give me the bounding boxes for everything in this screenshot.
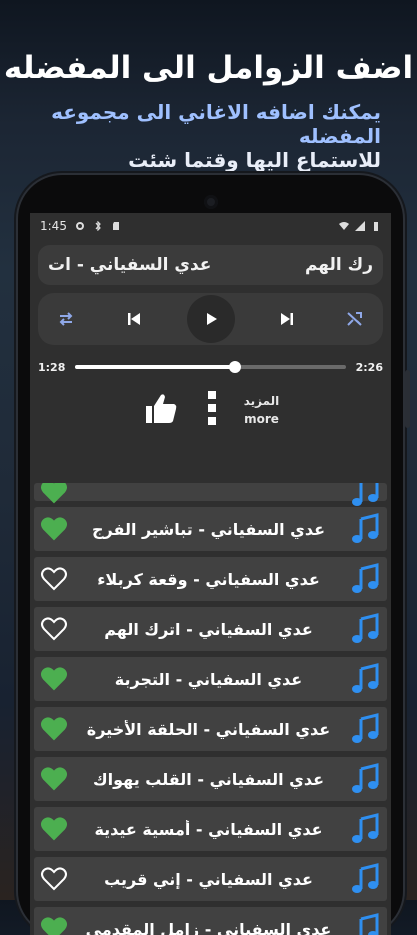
music-note-icon [349,813,381,845]
seek-track[interactable] [75,365,345,369]
song-title: عدي السفياني - وقعة كربلاء [68,570,349,589]
skip-next-icon [278,310,296,328]
settings-icon [75,221,85,231]
heart-outline-icon[interactable] [40,565,68,593]
song-row[interactable]: عدي السفياني - أمسية عيدية [34,807,387,851]
menu-button[interactable] [206,389,218,431]
next-button[interactable] [271,303,303,335]
song-list: عدي السفياني - تباشير الفرج عدي السفياني … [30,483,391,935]
actions-bar: المزيد more [30,381,391,439]
song-row[interactable]: عدي السفياني - اترك الهم [34,607,387,651]
promo-subtitle: يمكنك اضافه الاغاني الى مجموعه المفضله ل… [0,100,381,172]
heart-filled-icon[interactable] [40,765,68,793]
song-row[interactable] [34,483,387,501]
repeat-icon [56,309,76,329]
shuffle-button[interactable] [339,303,371,335]
music-note-icon [349,663,381,695]
more-label-en: more [244,410,280,428]
music-note-icon [349,863,381,895]
signal-icon [355,221,365,231]
song-row[interactable]: عدي السفياني - تباشير الفرج [34,507,387,551]
song-title: عدي السفياني - إني قريب [68,870,349,889]
now-playing-text-left: عدي السفياني - ات [48,255,211,275]
vertical-dots-icon [206,389,218,427]
song-row[interactable]: عدي السفياني - الحلقة الأخيرة [34,707,387,751]
elapsed-time: 1:28 [38,361,65,374]
bluetooth-icon [93,221,103,231]
promo-title: اضف الزوامل الى المفضله [0,50,417,86]
phone-frame: 1:45 رك الهم عدي السفياني - ات [18,175,403,935]
music-note-icon [349,913,381,935]
song-title: عدي السفياني - زامل المقدمي [68,920,349,935]
song-row[interactable]: عدي السفياني - وقعة كربلاء [34,557,387,601]
heart-filled-icon[interactable] [40,483,68,506]
song-row[interactable]: عدي السفياني - القلب يهواك [34,757,387,801]
heart-outline-icon[interactable] [40,865,68,893]
player-controls [38,293,383,345]
status-bar: 1:45 [30,213,391,239]
promo-subtitle-line1: يمكنك اضافه الاغاني الى مجموعه المفضله [0,100,381,148]
music-note-icon [349,513,381,545]
camera-icon [204,195,218,209]
song-title: عدي السفياني - أمسية عيدية [68,820,349,839]
play-icon [202,310,220,328]
song-title: عدي السفياني - اترك الهم [68,620,349,639]
side-button [405,370,410,428]
heart-outline-icon[interactable] [40,615,68,643]
skip-previous-icon [125,310,143,328]
now-playing-title: رك الهم عدي السفياني - ات [38,245,383,285]
song-title: عدي السفياني - التجربة [68,670,349,689]
seek-progress [75,365,234,369]
song-row[interactable]: عدي السفياني - التجربة [34,657,387,701]
now-playing-text-right: رك الهم [305,255,373,275]
heart-filled-icon[interactable] [40,915,68,935]
heart-filled-icon[interactable] [40,515,68,543]
more-button[interactable]: المزيد more [244,392,280,428]
play-button[interactable] [187,295,235,343]
seek-bar: 1:28 2:26 [38,353,383,381]
heart-filled-icon[interactable] [40,715,68,743]
music-note-icon [349,713,381,745]
song-row[interactable]: عدي السفياني - زامل المقدمي [34,907,387,935]
song-row[interactable]: عدي السفياني - إني قريب [34,857,387,901]
more-label-ar: المزيد [244,392,280,410]
battery-icon [371,221,381,231]
app-screen: 1:45 رك الهم عدي السفياني - ات [30,213,391,935]
status-time: 1:45 [40,219,67,233]
promo-subtitle-line2: للاستماع اليها وقتما شئت [0,148,381,172]
wifi-icon [339,221,349,231]
previous-button[interactable] [118,303,150,335]
sd-card-icon [111,221,121,231]
heart-filled-icon[interactable] [40,665,68,693]
repeat-button[interactable] [50,303,82,335]
heart-filled-icon[interactable] [40,815,68,843]
music-note-icon [349,483,381,508]
thumbs-up-icon [142,389,180,427]
song-title: عدي السفياني - تباشير الفرج [68,520,349,539]
music-note-icon [349,563,381,595]
song-title: عدي السفياني - القلب يهواك [68,770,349,789]
shuffle-icon [345,309,365,329]
seek-handle[interactable] [229,361,241,373]
music-note-icon [349,613,381,645]
duration-time: 2:26 [356,361,383,374]
music-note-icon [349,763,381,795]
song-title: عدي السفياني - الحلقة الأخيرة [68,720,349,739]
like-button[interactable] [142,389,180,431]
